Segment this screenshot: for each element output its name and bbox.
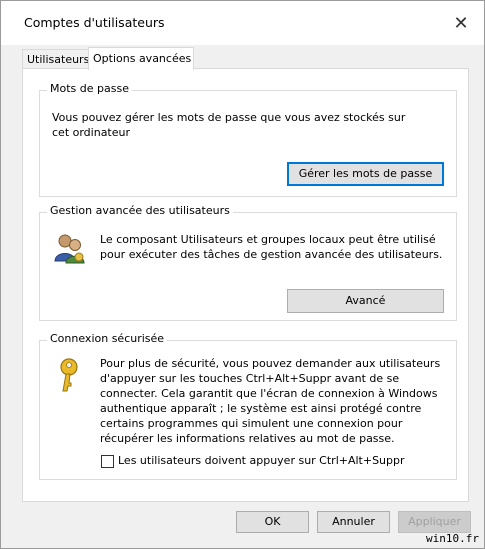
group-title: Connexion sécurisée — [47, 332, 168, 345]
passwords-group: Mots de passe Vous pouvez gérer les mots… — [39, 82, 457, 197]
secure-logon-description: Pour plus de sécurité, vous pouvez deman… — [100, 357, 441, 445]
tab-label: Options avancées — [93, 52, 192, 65]
apply-button[interactable]: Appliquer — [398, 511, 471, 533]
advanced-button[interactable]: Avancé — [287, 289, 444, 313]
tab-label: Utilisateurs — [27, 53, 90, 66]
manage-passwords-button[interactable]: Gérer les mots de passe — [287, 162, 444, 186]
key-icon — [60, 358, 78, 392]
tab-utilisateurs[interactable]: Utilisateurs — [22, 49, 92, 69]
close-icon: ✕ — [453, 12, 469, 34]
dialog-window: Comptes d'utilisateurs ✕ Utilisateurs Op… — [0, 0, 485, 549]
passwords-description: Vous pouvez gérer les mots de passe que … — [52, 111, 406, 139]
users-icon — [54, 234, 85, 264]
tab-options-avancees[interactable]: Options avancées — [88, 47, 194, 70]
close-button[interactable]: ✕ — [438, 1, 484, 45]
secure-logon-group: Connexion sécurisée Pour plus de sécurit… — [39, 332, 457, 480]
ctrl-alt-del-checkbox[interactable] — [101, 455, 114, 468]
window-title: Comptes d'utilisateurs — [24, 15, 165, 30]
title-bar: Comptes d'utilisateurs ✕ — [1, 1, 484, 45]
advanced-group: Gestion avancée des utilisateurs Le comp… — [39, 204, 457, 321]
cancel-button[interactable]: Annuler — [317, 511, 390, 533]
group-title: Gestion avancée des utilisateurs — [47, 204, 233, 217]
tab-panel: Mots de passe Vous pouvez gérer les mots… — [22, 68, 469, 502]
group-title: Mots de passe — [47, 82, 132, 95]
watermark: win10.fr — [426, 532, 479, 545]
ctrl-alt-del-label[interactable]: Les utilisateurs doivent appuyer sur Ctr… — [118, 453, 405, 468]
advanced-description: Le composant Utilisateurs et groupes loc… — [100, 233, 443, 261]
ok-button[interactable]: OK — [236, 511, 309, 533]
